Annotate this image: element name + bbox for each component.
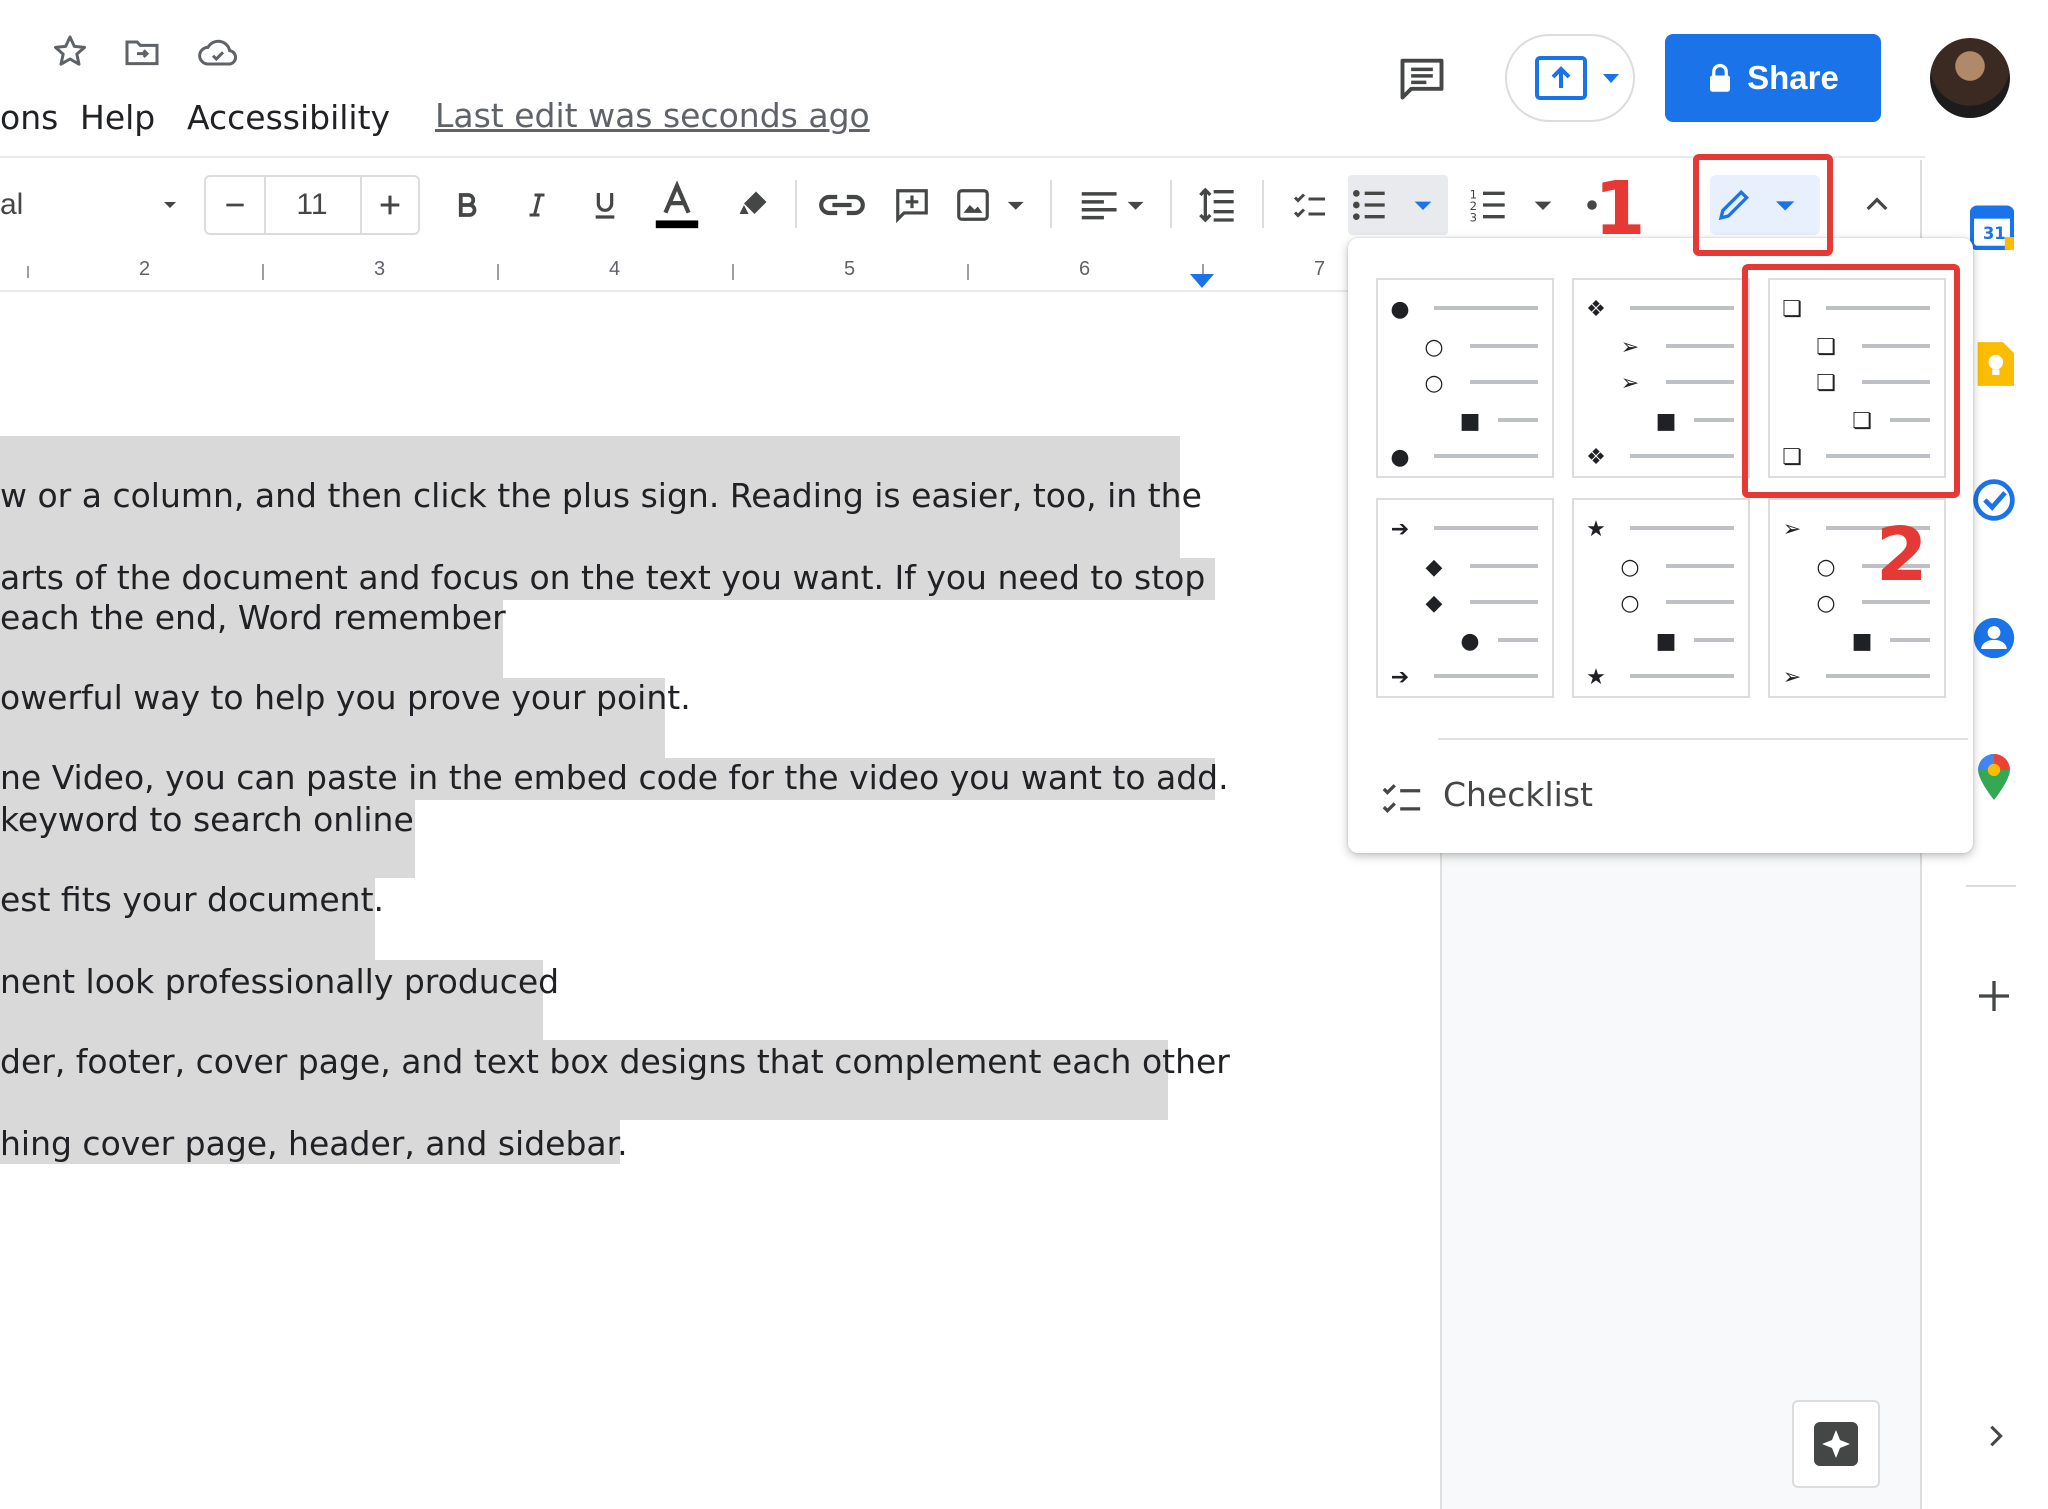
document-line[interactable]: owerful way to help you prove your point… <box>0 678 691 717</box>
menu-accessibility[interactable]: Accessibility <box>187 98 390 137</box>
document-line[interactable]: keyword to search online <box>0 800 414 839</box>
bullet-symbol: ➢ <box>1621 371 1639 396</box>
bullet-symbol: ■ <box>1656 409 1677 434</box>
document-line[interactable]: der, footer, cover page, and text box de… <box>0 1042 1230 1081</box>
bullet-symbol: ● <box>1460 629 1479 654</box>
add-addon-icon[interactable] <box>1974 976 2014 1016</box>
checklist-menu-icon <box>1382 784 1421 814</box>
step-2-label: 2 <box>1876 512 1928 598</box>
bullet-symbol: ■ <box>1460 409 1481 434</box>
font-size-input[interactable]: 11 <box>264 175 360 235</box>
insert-image-icon[interactable] <box>952 175 1032 235</box>
cloud-saved-icon[interactable] <box>196 34 237 74</box>
bulleted-list-button[interactable] <box>1348 175 1448 235</box>
bullet-symbol: ○ <box>1620 591 1639 616</box>
toolbar-divider <box>0 156 1925 158</box>
bullet-symbol: ■ <box>1852 629 1873 654</box>
bullet-symbol: ○ <box>1424 371 1443 396</box>
insert-link-icon[interactable] <box>815 175 869 235</box>
present-button[interactable] <box>1505 34 1635 122</box>
checklist-option[interactable]: Checklist <box>1443 775 1593 814</box>
bullet-symbol: ● <box>1390 445 1409 470</box>
checklist-icon[interactable] <box>1285 175 1335 235</box>
document-line[interactable]: ne Video, you can paste in the embed cod… <box>0 758 1229 797</box>
ruler[interactable]: 2 3 4 5 6 7 <box>0 252 1350 292</box>
align-icon[interactable] <box>1075 175 1155 235</box>
expand-panel-icon[interactable] <box>1982 1420 2010 1452</box>
bullet-symbol: ➢ <box>1783 665 1801 690</box>
font-name-value[interactable]: al <box>0 175 60 235</box>
bullet-symbol: ● <box>1390 297 1409 322</box>
document-line[interactable]: w or a column, and then click the plus s… <box>0 476 1202 515</box>
bullet-symbol: ◆ <box>1426 555 1443 580</box>
bullet-symbol: ○ <box>1816 555 1835 580</box>
highlight-box-step2 <box>1742 264 1960 498</box>
bullet-symbol: ■ <box>1656 629 1677 654</box>
step-1-label: 1 <box>1594 166 1646 252</box>
bullet-symbol: ❖ <box>1586 297 1606 322</box>
avatar[interactable] <box>1930 38 2010 118</box>
bullet-symbol: ○ <box>1816 591 1835 616</box>
explore-button[interactable] <box>1792 1400 1880 1488</box>
lock-icon <box>1710 63 1731 92</box>
highlight-color-icon[interactable] <box>728 175 778 235</box>
add-comment-icon[interactable] <box>888 175 936 235</box>
star-icon[interactable] <box>50 32 90 72</box>
move-to-folder-icon[interactable] <box>122 32 162 72</box>
document-line[interactable]: each the end, Word remember <box>0 598 506 637</box>
document-line[interactable]: arts of the document and focus on the te… <box>0 558 1205 597</box>
menu-help[interactable]: Help <box>80 98 155 137</box>
line-spacing-icon[interactable] <box>1190 175 1244 235</box>
font-dropdown-icon[interactable] <box>152 175 188 235</box>
bullet-symbol: ★ <box>1586 517 1606 542</box>
bullet-symbol: ❖ <box>1586 445 1606 470</box>
bullet-symbol: ➔ <box>1391 517 1409 542</box>
bullet-preset-star-circle[interactable]: ★ ○ ○ ■ ★ <box>1572 498 1750 698</box>
italic-icon[interactable] <box>515 175 559 235</box>
bullet-symbol: ◆ <box>1426 591 1443 616</box>
bullet-symbol: ★ <box>1586 665 1606 690</box>
right-indent-marker[interactable] <box>1188 272 1216 290</box>
svg-text:31: 31 <box>1983 224 2006 243</box>
bold-icon[interactable] <box>445 175 489 235</box>
hide-menus-icon[interactable] <box>1852 175 1902 235</box>
document-line[interactable]: est fits your document. <box>0 880 384 919</box>
bullet-symbol: ➢ <box>1783 517 1801 542</box>
calendar-icon[interactable]: 31 <box>1970 202 2014 250</box>
increase-font-size-icon[interactable] <box>360 175 420 235</box>
share-button[interactable]: Share <box>1665 34 1881 122</box>
bullet-preset-disc-circle-square[interactable]: ● ○ ○ ■ ● <box>1376 278 1554 478</box>
bullet-preset-arrow-diamond[interactable]: ➔ ◆ ◆ ● ➔ <box>1376 498 1554 698</box>
bullet-symbol: ○ <box>1620 555 1639 580</box>
bullet-symbol: ➔ <box>1391 665 1409 690</box>
bullet-preset-diamond-arrowhead[interactable]: ❖ ➢ ➢ ■ ❖ <box>1572 278 1750 478</box>
highlight-box-step1 <box>1693 154 1833 256</box>
bullet-symbol: ○ <box>1424 335 1443 360</box>
last-edit-link[interactable]: Last edit was seconds ago <box>435 96 870 135</box>
contacts-icon[interactable] <box>1972 616 2016 660</box>
comment-history-icon[interactable] <box>1396 52 1448 104</box>
decrease-font-size-icon[interactable] <box>206 175 264 235</box>
numbered-list-icon[interactable]: 123 <box>1468 175 1558 235</box>
bullet-symbol: ➢ <box>1621 335 1639 360</box>
share-label: Share <box>1747 59 1839 96</box>
document-line[interactable]: nent look professionally produced <box>0 962 559 1001</box>
svg-text:3: 3 <box>1470 211 1477 225</box>
underline-icon[interactable] <box>583 175 627 235</box>
tasks-icon[interactable] <box>1972 478 2016 522</box>
document-line[interactable]: hing cover page, header, and sidebar. <box>0 1124 628 1163</box>
keep-icon[interactable] <box>1974 342 2014 386</box>
maps-icon[interactable] <box>1976 754 2012 800</box>
text-color-icon[interactable] <box>650 175 704 235</box>
menu-extensions[interactable]: ons <box>0 98 58 137</box>
